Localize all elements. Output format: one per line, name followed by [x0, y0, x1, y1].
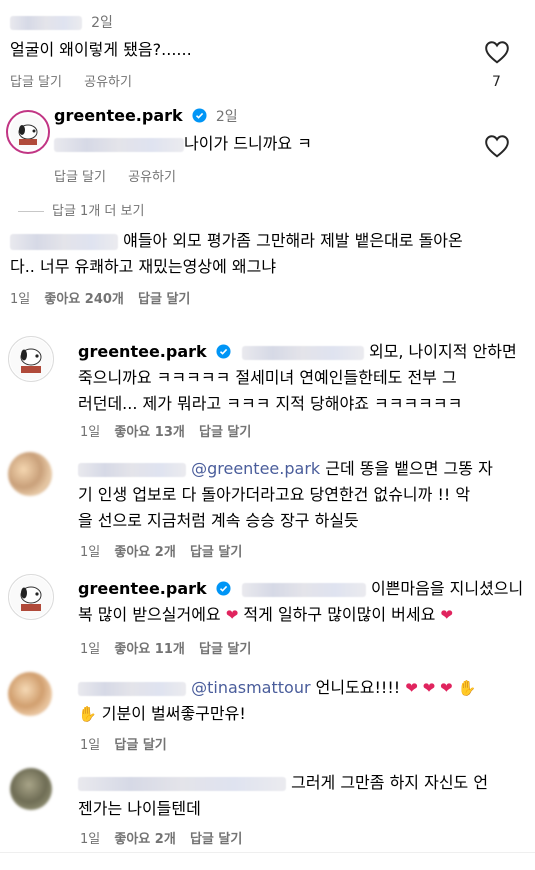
comment-text-line: 러던데... 제가 뭐라고 ㅋㅋㅋ 지적 당해야죠 ㅋㅋㅋㅋㅋㅋ: [78, 394, 463, 413]
verified-badge-icon: [216, 344, 231, 359]
divider: [18, 211, 44, 212]
reply-button[interactable]: 답글 달기: [190, 545, 242, 560]
reply-button[interactable]: 답글 달기: [138, 292, 190, 307]
likes-count[interactable]: 좋아요 13개: [114, 425, 184, 440]
comment-time: 2일: [91, 15, 113, 31]
heart-emoji-icon: ❤: [440, 606, 453, 624]
likes-count[interactable]: 좋아요 2개: [114, 545, 175, 560]
mention-blurred: [241, 345, 364, 360]
comment-text-line: 젠가는 나이들텐데: [78, 799, 201, 818]
username-blurred: [78, 776, 286, 791]
avatar[interactable]: [6, 110, 50, 154]
comment-text-line: 근데 똥을 뱉으면 그똥 자: [325, 459, 493, 478]
comment-text-line: 복 많이 받으실거에요: [78, 605, 221, 624]
comment-actions: 답글 달기 공유하기: [10, 71, 132, 90]
likes-count[interactable]: 좋아요 240개: [44, 292, 124, 307]
clapping-hands-icon: ✋: [78, 705, 97, 723]
heart-emoji-icon: ❤: [225, 606, 239, 624]
comment-actions: 1일 좋아요 240개 답글 달기: [10, 288, 190, 307]
username-blurred: [10, 233, 118, 250]
comment-actions: 1일 답글 달기: [80, 734, 167, 753]
mention-link[interactable]: @tinasmattour: [191, 678, 310, 697]
reply-button[interactable]: 답글 달기: [54, 170, 106, 185]
comment-actions: 1일 좋아요 2개 답글 달기: [80, 541, 242, 560]
comment-text: 그러게 그만좀 하지 자신도 언 젠가는 나이들텐데: [78, 770, 528, 822]
comment-text: @greentee.park 근데 똥을 뱉으면 그똥 자 기 인생 업보로 다…: [78, 456, 528, 534]
comment-text: 나이가 드니까요 ㅋ: [184, 134, 312, 153]
divider: [0, 852, 535, 853]
username[interactable]: greentee.park: [54, 106, 183, 125]
avatar[interactable]: [10, 768, 52, 810]
mention-link[interactable]: @greentee.park: [191, 459, 320, 478]
comment-text-line: 다.. 너무 유쾌하고 재밌는영상에 왜그냐: [10, 257, 277, 276]
comment-text: 얘들아 외모 평가좀 그만해라 제발 뱉은대로 돌아온 다.. 너무 유쾌하고 …: [10, 228, 530, 280]
comment-time: 1일: [80, 545, 101, 560]
avatar[interactable]: [8, 672, 52, 716]
comment-text-line: 이쁜마음을 지니셨으니: [370, 579, 524, 598]
comment-header: greentee.park 2일: [54, 106, 238, 126]
avatar[interactable]: [8, 336, 54, 382]
verified-badge-icon: [192, 108, 207, 123]
mention-blurred: [54, 137, 184, 152]
reply-button[interactable]: 답글 달기: [114, 738, 166, 753]
view-more-replies-label: 답글 1개 더 보기: [52, 204, 145, 219]
share-button[interactable]: 공유하기: [128, 170, 176, 185]
comment-actions: 1일 좋아요 2개 답글 달기: [80, 828, 242, 847]
snoopy-avatar-icon: [10, 576, 52, 618]
clapping-hands-icon: ✋: [457, 679, 477, 697]
verified-badge-icon: [216, 581, 231, 596]
username-blurred: [78, 681, 186, 696]
comment-text: 얼굴이 왜이렇게 됐음?......: [10, 40, 192, 59]
comment-time: 1일: [80, 425, 101, 440]
likes-count[interactable]: 좋아요 11개: [114, 642, 184, 657]
comment-text-line: 기분이 벌써좋구만유!: [101, 704, 246, 723]
heart-outline-icon: [485, 135, 509, 158]
reply-button[interactable]: 답글 달기: [190, 832, 242, 847]
comment-text-line: 죽으니까요 ㅋㅋㅋㅋㅋ 절세미녀 연예인들한테도 전부 그: [78, 368, 457, 387]
share-button[interactable]: 공유하기: [84, 75, 132, 90]
reply-button[interactable]: 답글 달기: [10, 75, 62, 90]
comment-text-line: 얘들아 외모 평가좀 그만해라 제발 뱉은대로 돌아온: [123, 231, 463, 250]
comment-time: 1일: [80, 738, 101, 753]
like-count: 7: [492, 74, 501, 90]
reply-button[interactable]: 답글 달기: [199, 425, 251, 440]
comment-text-line: 적게 일하구 많이많이 버세요: [243, 605, 436, 624]
mention-blurred: [241, 582, 366, 597]
comment-text-line: 을 선으로 지금처럼 계속 승승 장구 하실듯: [78, 511, 359, 530]
heart-emoji-icon: ❤ ❤ ❤: [405, 679, 453, 697]
view-more-replies[interactable]: 답글 1개 더 보기: [18, 200, 144, 219]
comment-text-line: 그러게 그만좀 하지 자신도 언: [291, 773, 489, 792]
snoopy-avatar-icon: [10, 338, 52, 380]
comment-actions: 1일 좋아요 11개 답글 달기: [80, 638, 251, 657]
comment-actions: 답글 달기 공유하기: [54, 166, 176, 185]
comment-text-line: 외모, 나이지적 안하면: [368, 342, 517, 361]
comment-time: 1일: [80, 642, 101, 657]
reply-button[interactable]: 답글 달기: [199, 642, 251, 657]
comment-time: 1일: [10, 292, 31, 307]
avatar[interactable]: [8, 574, 54, 620]
like-button[interactable]: [484, 134, 510, 162]
username[interactable]: greentee.park: [78, 342, 207, 361]
username-blurred: [78, 462, 186, 477]
snoopy-avatar-icon: [10, 114, 46, 150]
avatar[interactable]: [8, 452, 52, 496]
comment-time: 2일: [215, 109, 238, 125]
comment-time: 1일: [80, 832, 101, 847]
comment-text-line: 언니도요!!!!: [315, 678, 401, 697]
comment-header: 2일: [10, 12, 113, 32]
comment-actions: 1일 좋아요 13개 답글 달기: [80, 421, 251, 440]
username-blurred: [10, 15, 82, 30]
comment-text-row: 나이가 드니까요 ㅋ: [54, 131, 312, 157]
likes-count[interactable]: 좋아요 2개: [114, 832, 175, 847]
comment-text-line: 기 인생 업보로 다 돌아가더라고요 당연한건 없슈니까 !! 악: [78, 485, 471, 504]
heart-outline-icon: [485, 41, 509, 64]
comment-text: greentee.park 이쁜마음을 지니셨으니 복 많이 받으실거에요 ❤ …: [78, 576, 528, 628]
comment-text: @tinasmattour 언니도요!!!! ❤ ❤ ❤ ✋ ✋ 기분이 벌써좋…: [78, 675, 528, 727]
comment-text: greentee.park 외모, 나이지적 안하면 죽으니까요 ㅋㅋㅋㅋㅋ 절…: [78, 339, 528, 417]
like-button[interactable]: [484, 40, 510, 68]
username[interactable]: greentee.park: [78, 579, 207, 598]
